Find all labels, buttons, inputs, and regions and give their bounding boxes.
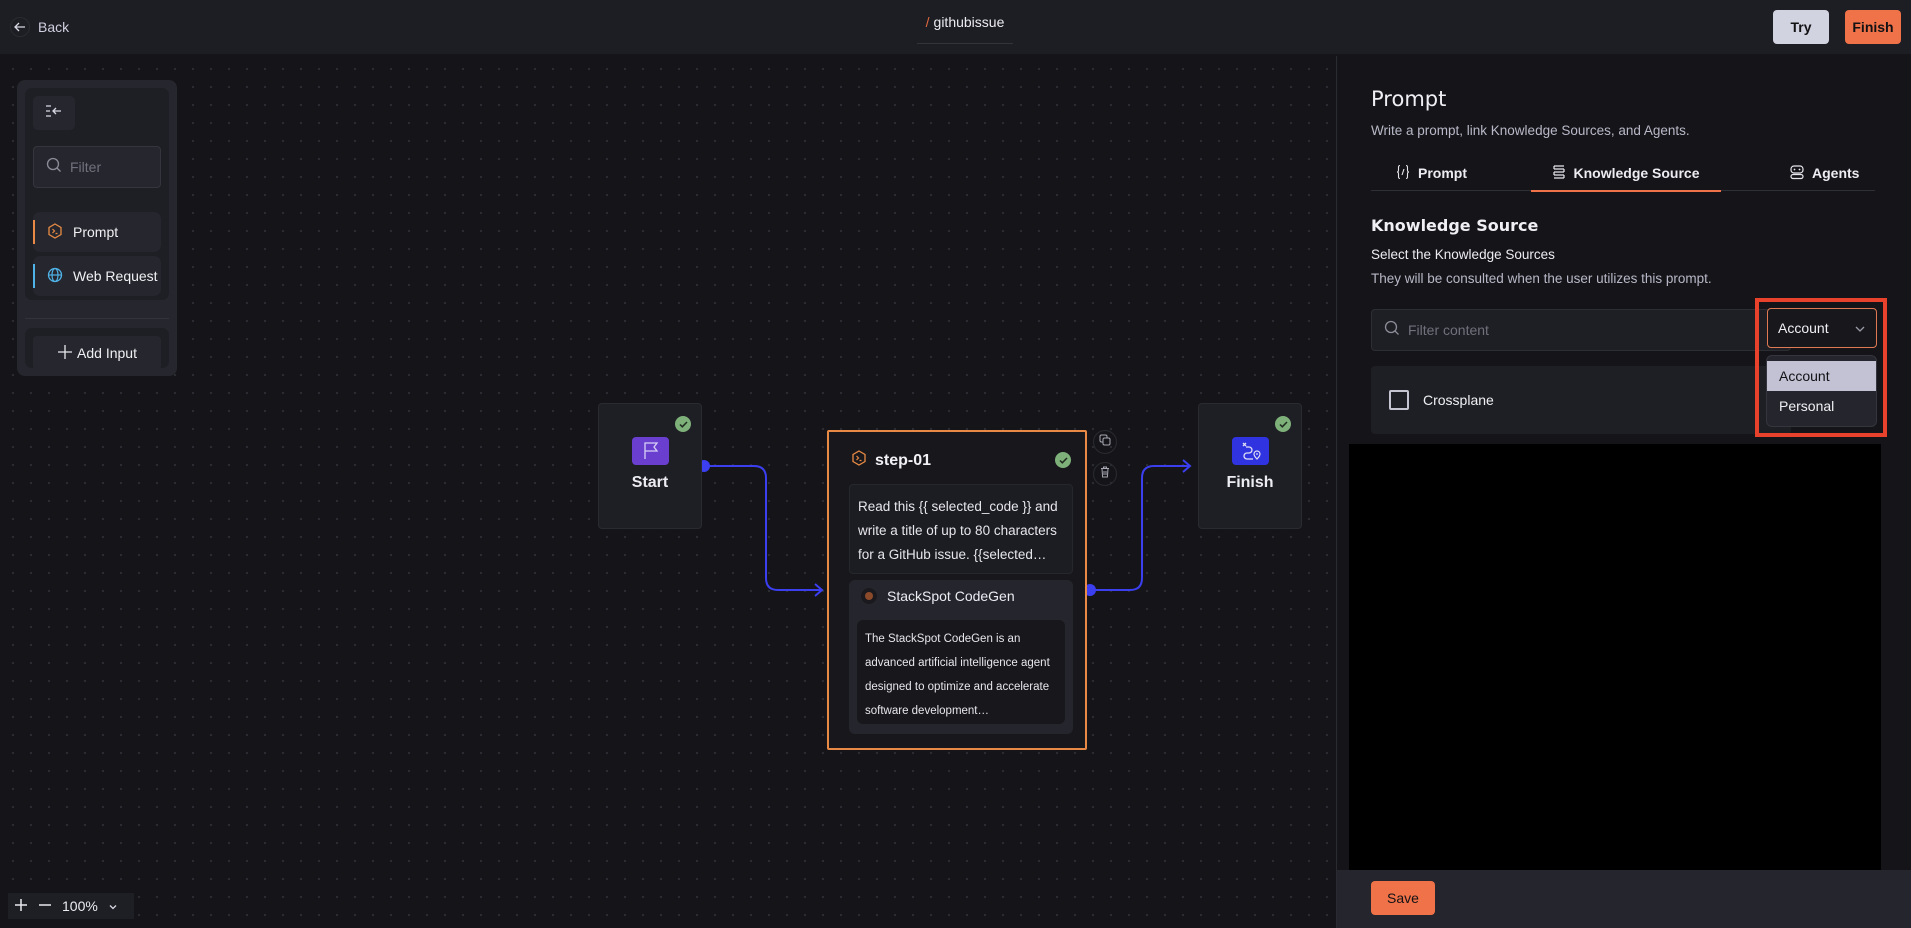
route-map-icon xyxy=(1232,437,1269,465)
chevron-down-icon[interactable] xyxy=(108,898,118,914)
zoom-in-button[interactable] xyxy=(14,898,28,915)
knowledge-source-name: Crossplane xyxy=(1423,392,1494,408)
save-button[interactable]: Save xyxy=(1371,881,1435,915)
palette-item-web-request[interactable]: Web Request xyxy=(33,256,161,296)
zoom-controls: 100% xyxy=(8,893,134,919)
tab-label: Prompt xyxy=(1418,165,1467,181)
tab-knowledge-source[interactable]: Knowledge Source xyxy=(1531,155,1721,192)
zoom-out-button[interactable] xyxy=(38,898,52,915)
delete-step-button[interactable] xyxy=(1093,462,1117,486)
copy-icon xyxy=(1099,433,1111,451)
prompt-accent-bar xyxy=(33,220,35,244)
breadcrumb-separator: / xyxy=(925,14,930,30)
palette-filter-input[interactable] xyxy=(70,159,150,175)
arrow-left-icon xyxy=(10,17,30,37)
agent-description: The StackSpot CodeGen is an advanced art… xyxy=(857,620,1065,724)
palette-items-group: Prompt Web Request xyxy=(25,88,169,300)
breadcrumb: / githubissue xyxy=(917,14,1013,44)
add-input-label: Add Input xyxy=(77,345,137,361)
top-bar: Back / githubissue Try Finish xyxy=(0,0,1911,55)
agent-name: StackSpot CodeGen xyxy=(887,588,1015,604)
back-button[interactable]: Back xyxy=(10,15,69,39)
finish-button[interactable]: Finish xyxy=(1845,10,1901,44)
scope-option-account[interactable]: Account xyxy=(1767,361,1876,391)
palette-bottom-group: Add Input xyxy=(25,328,169,370)
plus-icon xyxy=(57,344,73,363)
tab-label: Knowledge Source xyxy=(1573,165,1700,181)
scope-dropdown[interactable]: Account xyxy=(1767,308,1877,348)
search-icon xyxy=(46,157,62,178)
finish-node[interactable]: Finish xyxy=(1198,403,1302,529)
zoom-level[interactable]: 100% xyxy=(62,898,98,914)
try-button[interactable]: Try xyxy=(1773,10,1829,44)
finish-node-label: Finish xyxy=(1226,474,1274,491)
chevron-down-icon xyxy=(1854,320,1866,336)
knowledge-source-checkbox[interactable] xyxy=(1389,390,1409,410)
panel-footer: Save xyxy=(1337,870,1911,928)
prompt-hex-icon xyxy=(851,450,867,471)
palette-divider xyxy=(25,318,169,319)
check-icon xyxy=(1275,416,1291,432)
scope-dropdown-menu: Account Personal xyxy=(1766,355,1877,427)
collapse-palette-button[interactable] xyxy=(33,96,75,130)
check-icon xyxy=(1055,452,1071,468)
step-agent-card[interactable]: StackSpot CodeGen The StackSpot CodeGen … xyxy=(849,580,1073,734)
empty-content-area xyxy=(1349,444,1881,870)
palette-filter-input-wrap[interactable] xyxy=(33,146,161,188)
web-request-accent-bar xyxy=(33,264,35,288)
back-label: Back xyxy=(38,19,70,35)
globe-icon xyxy=(47,267,63,286)
step-node[interactable]: step-01 Read this {{ selected_code }} an… xyxy=(827,430,1087,750)
knowledge-source-item[interactable]: Crossplane xyxy=(1371,366,1791,434)
database-icon xyxy=(1552,164,1566,183)
add-input-button[interactable]: Add Input xyxy=(33,336,161,370)
trash-icon xyxy=(1100,465,1110,483)
search-icon xyxy=(1384,320,1400,341)
agent-avatar-icon xyxy=(861,588,877,604)
check-icon xyxy=(675,416,691,432)
agent-header: StackSpot CodeGen xyxy=(861,588,1015,604)
start-node-label: Start xyxy=(631,474,669,491)
knowledge-filter-wrap[interactable] xyxy=(1371,309,1791,351)
scope-option-personal[interactable]: Personal xyxy=(1767,391,1876,421)
braces-icon xyxy=(1395,164,1411,183)
palette-item-prompt[interactable]: Prompt xyxy=(33,212,161,252)
step-title: step-01 xyxy=(875,451,932,469)
prompt-hex-icon xyxy=(47,222,63,242)
duplicate-step-button[interactable] xyxy=(1093,430,1117,454)
prompt-settings-panel: Prompt Write a prompt, link Knowledge So… xyxy=(1336,56,1911,928)
step-prompt-preview: Read this {{ selected_code }} and write … xyxy=(849,484,1073,574)
step-header: step-01 xyxy=(851,450,931,471)
tab-agents[interactable]: Agents xyxy=(1789,155,1859,191)
robot-icon xyxy=(1789,164,1805,183)
palette-item-label: Web Request xyxy=(73,268,158,284)
palette-item-label: Prompt xyxy=(73,224,119,240)
node-palette: Prompt Web Request Add Input xyxy=(17,80,177,376)
tab-prompt[interactable]: Prompt xyxy=(1395,155,1467,191)
flag-icon xyxy=(632,437,669,465)
knowledge-source-heading: Knowledge Source xyxy=(1371,216,1539,235)
knowledge-filter-input[interactable] xyxy=(1408,322,1708,338)
panel-title: Prompt xyxy=(1371,87,1447,111)
scope-dropdown-value: Account xyxy=(1778,320,1829,336)
panel-subtitle: Write a prompt, link Knowledge Sources, … xyxy=(1371,123,1690,138)
knowledge-source-select-label: Select the Knowledge Sources xyxy=(1371,247,1555,262)
collapse-left-icon xyxy=(45,104,63,123)
panel-tabs: Prompt Knowledge Source Agents xyxy=(1371,155,1875,192)
knowledge-source-description: They will be consulted when the user uti… xyxy=(1371,271,1712,286)
start-node[interactable]: Start xyxy=(598,403,702,529)
tab-label: Agents xyxy=(1812,165,1860,181)
flow-name[interactable]: githubissue xyxy=(934,14,1005,30)
